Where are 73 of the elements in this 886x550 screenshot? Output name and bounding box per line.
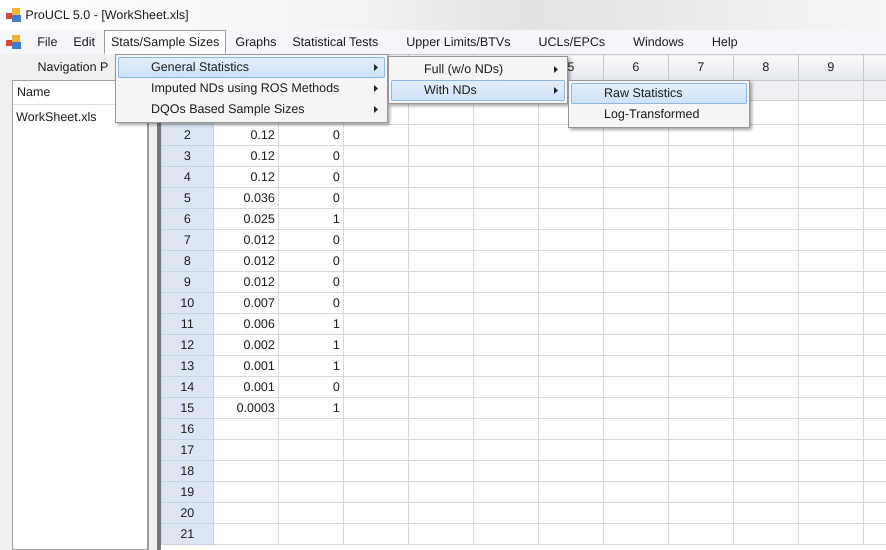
column-header: 6 — [603, 54, 668, 80]
menu-item[interactable]: Help — [704, 30, 745, 54]
row-number: 10 — [161, 292, 214, 314]
table-cell: 0.006 — [213, 314, 278, 334]
table-cell: 0 — [278, 250, 344, 272]
row-number: 16 — [161, 418, 214, 440]
row-number: 5 — [161, 188, 214, 208]
menu-item[interactable]: UCLs/EPCs — [531, 30, 612, 54]
row-number: 12 — [161, 334, 214, 356]
menu-item[interactable]: Windows — [626, 30, 691, 54]
table-cell: 0 — [278, 166, 344, 188]
table-cell: 0 — [278, 376, 344, 398]
menu-item[interactable]: Edit — [66, 30, 102, 54]
table-cell: 0 — [278, 230, 344, 250]
table-cell: 0.036 — [213, 188, 278, 208]
column-header: 9 — [798, 54, 864, 80]
table-cell: 0 — [278, 146, 344, 166]
menu-item[interactable]: DQOs Based Sample Sizes — [118, 99, 385, 120]
table-cell: 1 — [278, 356, 344, 376]
table-cell: 0.12 — [213, 124, 278, 146]
row-number: 11 — [161, 314, 214, 334]
table-cell: 0.012 — [213, 230, 278, 250]
row-number: 2 — [161, 124, 214, 146]
menu-item[interactable]: General Statistics — [118, 57, 385, 78]
window-title: ProUCL 5.0 - [WorkSheet.xls] — [25, 6, 189, 24]
row-number: 14 — [161, 376, 214, 398]
menu-item[interactable]: Graphs — [228, 30, 284, 54]
table-cell: 0.002 — [213, 334, 278, 356]
table-cell: 0.012 — [213, 250, 278, 272]
table-cell: 0 — [278, 292, 344, 314]
row-number: 9 — [161, 272, 214, 292]
menu-item[interactable]: Upper Limits/BTVs — [399, 30, 518, 54]
table-cell: 1 — [278, 314, 344, 334]
app-menu-icon[interactable] — [6, 35, 22, 49]
table-cell: 0 — [278, 272, 344, 292]
row-number: 4 — [161, 166, 214, 188]
table-cell: 0.0003 — [213, 398, 278, 418]
row-number: 13 — [161, 356, 214, 376]
menu-item[interactable]: Statistical Tests — [285, 30, 386, 54]
table-cell: 0 — [278, 124, 344, 146]
menu-item[interactable]: File — [30, 30, 64, 54]
table-cell: 0.025 — [213, 208, 278, 230]
row-number: 3 — [161, 146, 214, 166]
table-cell: 0 — [278, 188, 344, 208]
row-number: 8 — [161, 250, 214, 272]
table-cell: 0.12 — [213, 146, 278, 166]
row-number: 21 — [161, 524, 214, 544]
row-number: 15 — [161, 398, 214, 418]
table-cell: 0.001 — [213, 356, 278, 376]
table-cell: 0.012 — [213, 272, 278, 292]
row-number: 18 — [161, 460, 214, 482]
row-number: 7 — [161, 230, 214, 250]
menu-item[interactable]: Stats/Sample Sizes — [104, 30, 226, 54]
column-header: Name — [17, 84, 50, 102]
table-cell: 0.001 — [213, 376, 278, 398]
row-number: 6 — [161, 208, 214, 230]
row-number: 17 — [161, 440, 214, 460]
menu-item[interactable]: With NDs — [391, 80, 565, 101]
menu-item[interactable]: Raw Statistics — [571, 83, 747, 104]
column-header: 8 — [733, 54, 798, 80]
worksheet-entry[interactable]: WorkSheet.xls — [16, 110, 96, 124]
row-number: 20 — [161, 502, 214, 524]
menu-item[interactable]: Log-Transformed — [571, 104, 747, 125]
table-cell: 0.007 — [213, 292, 278, 314]
table-cell: 1 — [278, 208, 344, 230]
table-cell: 1 — [278, 334, 344, 356]
table-cell: 1 — [278, 398, 344, 418]
menu-item[interactable]: Imputed NDs using ROS Methods — [118, 78, 385, 99]
panel-title: Navigation P — [38, 58, 108, 76]
row-number: 19 — [161, 482, 214, 502]
column-header: 7 — [668, 54, 734, 80]
app-icon — [6, 8, 22, 22]
table-cell: 0.12 — [213, 166, 278, 188]
